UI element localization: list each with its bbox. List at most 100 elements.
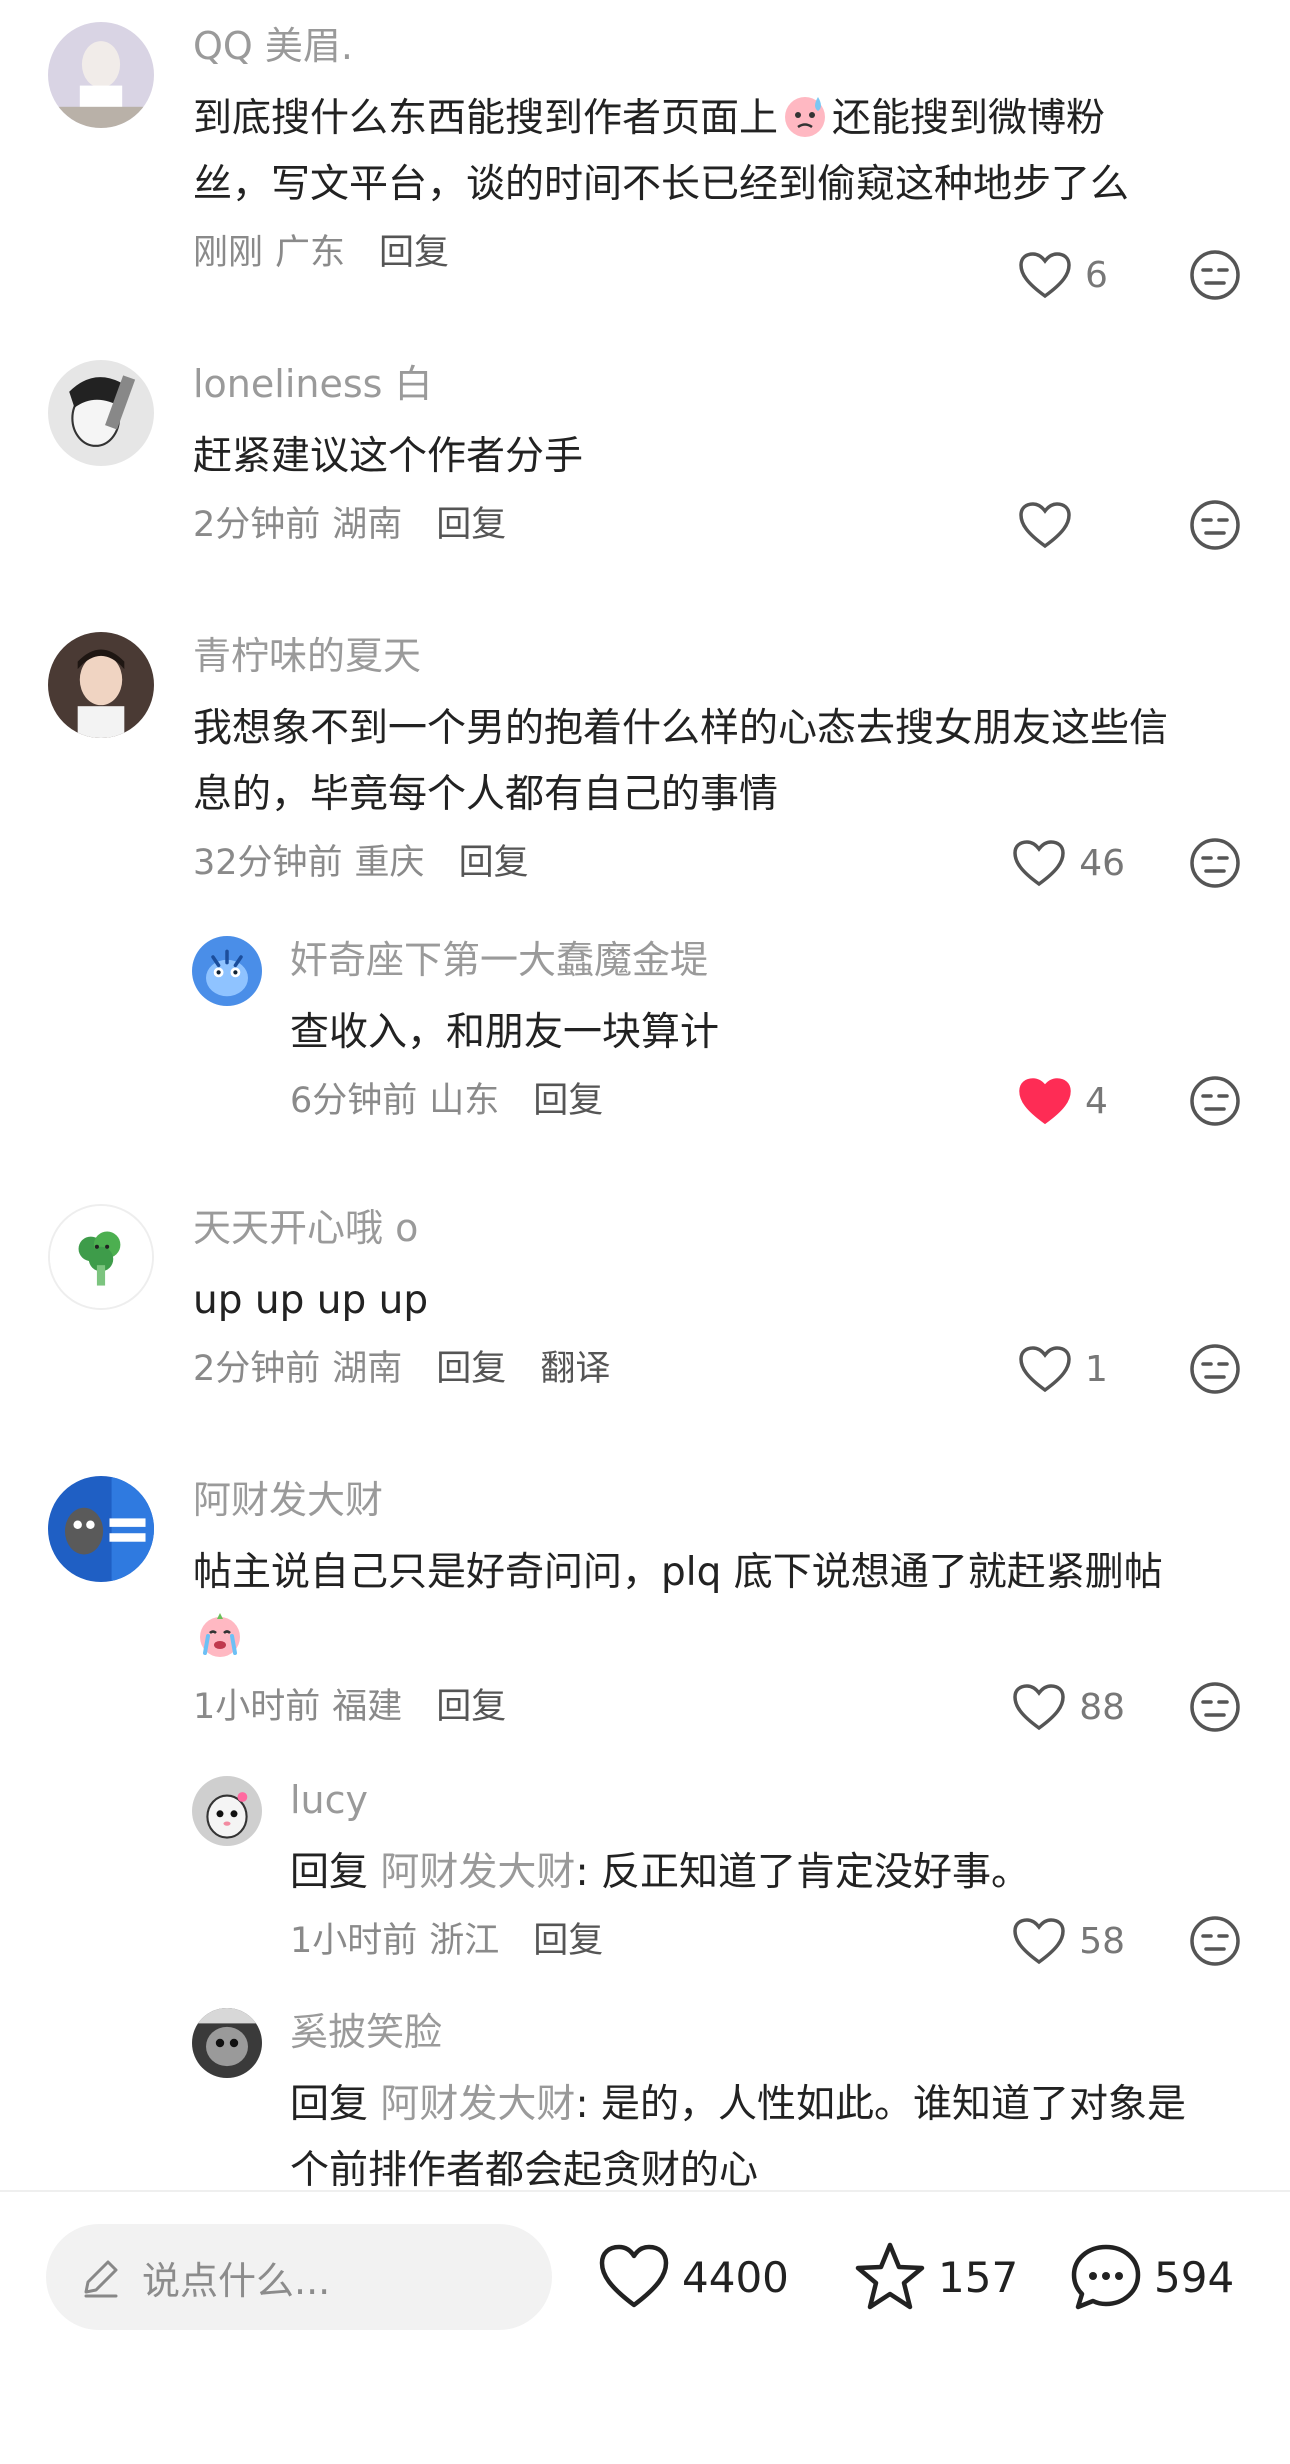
avatar[interactable]	[48, 22, 154, 128]
comment-username[interactable]: 奚披笑脸	[290, 2008, 1230, 2056]
comment-input[interactable]: 说点什么...	[46, 2224, 552, 2330]
dislike-button[interactable]	[1188, 1914, 1242, 1968]
reply-button[interactable]: 回复	[533, 1081, 603, 1121]
reply-button[interactable]: 回复	[459, 843, 529, 883]
comment-meta: 32分钟前 重庆 回复	[193, 840, 541, 886]
dislike-button[interactable]	[1188, 248, 1242, 302]
comment-meta: 2分钟前 湖南 回复	[193, 502, 518, 548]
comment-text-part: 息的，毕竟每个人都有自己的事情	[193, 772, 779, 817]
crying-face-emoji-icon	[200, 1613, 240, 1657]
comment-location: 重庆	[354, 843, 425, 883]
avatar[interactable]	[48, 1476, 154, 1582]
comment-username[interactable]: lucy	[290, 1776, 1230, 1824]
reply-button[interactable]: 回复	[436, 505, 506, 545]
comment-username[interactable]: loneliness 白	[193, 360, 1230, 408]
like-button[interactable]: 88	[1011, 1684, 1125, 1731]
like-button[interactable]: 4	[1017, 1078, 1125, 1125]
comment-text-part: 到底搜什么东西能搜到作者页面上	[193, 96, 779, 141]
like-button[interactable]: 1	[1017, 1346, 1125, 1393]
star-outline-icon	[855, 2242, 925, 2310]
comment-meta: 2分钟前 湖南 回复 翻译	[193, 1346, 622, 1392]
comment-username[interactable]: 天天开心哦 o	[193, 1204, 1230, 1252]
comment-text: 我想象不到一个男的抱着什么样的心态去搜女朋友这些信 息的，毕竟每个人都有自己的事…	[193, 696, 1230, 828]
comment-location: 湖南	[332, 1349, 403, 1389]
pencil-icon	[84, 2260, 118, 2298]
avatar[interactable]	[192, 1776, 262, 1846]
mention-link[interactable]: 阿财发大财	[380, 1850, 575, 1895]
like-count: 4	[1085, 1080, 1108, 1122]
comment-location: 福建	[332, 1687, 403, 1727]
avatar[interactable]	[48, 632, 154, 738]
reply-button[interactable]: 回复	[533, 1921, 603, 1961]
like-count: 88	[1079, 1686, 1125, 1728]
comment-text-part: 丝，写文平台，谈的时间不长已经到偷窥这种地步了么	[193, 162, 1130, 207]
comment-meta: 6分钟前 山东 回复	[290, 1078, 615, 1124]
bottom-action-bar: 说点什么... 4400 157 594	[0, 2190, 1290, 2464]
meh-face-icon	[1190, 838, 1240, 888]
sweating-face-emoji-icon	[785, 97, 826, 137]
comment-location: 广东	[275, 233, 346, 273]
comment-location: 山东	[429, 1081, 500, 1121]
heart-outline-icon	[1013, 840, 1065, 887]
dislike-button[interactable]	[1188, 1342, 1242, 1396]
post-favorite-count: 157	[938, 2252, 1019, 2302]
comment-location: 湖南	[332, 505, 403, 545]
like-count: 1	[1085, 1348, 1108, 1390]
meh-face-icon	[1190, 250, 1240, 300]
like-button[interactable]: 6	[1017, 252, 1125, 299]
avatar[interactable]	[48, 1204, 154, 1310]
comment-text-part: : 反正知道了肯定没好事。	[575, 1850, 1030, 1895]
comment-username[interactable]: 青柠味的夏天	[193, 632, 1230, 680]
comment-feed[interactable]: QQ 美眉. 到底搜什么东西能搜到作者页面上 还能搜到微博粉 丝，写文平台，谈的时…	[0, 0, 1290, 2190]
like-button[interactable]: 46	[1011, 840, 1125, 887]
avatar[interactable]	[192, 936, 262, 1006]
comment-text: up up up up	[193, 1278, 429, 1323]
like-count: 6	[1085, 254, 1108, 296]
comment-username[interactable]: QQ 美眉.	[193, 22, 1230, 70]
comment-username[interactable]: 阿财发大财	[193, 1476, 1230, 1524]
like-count: 46	[1079, 842, 1125, 884]
heart-outline-icon	[1019, 1346, 1071, 1393]
reply-button[interactable]: 回复	[379, 233, 449, 273]
dislike-button[interactable]	[1188, 1680, 1242, 1734]
meh-face-icon	[1190, 500, 1240, 550]
comment-location: 浙江	[429, 1921, 500, 1961]
reply-button[interactable]: 回复	[436, 1687, 506, 1727]
heart-outline-icon	[1013, 1918, 1065, 1965]
comment-text-part: : 是的，人性如此。谁知道了对象是	[575, 2082, 1186, 2127]
like-button[interactable]	[1017, 502, 1125, 549]
comment-text-part: 帖主说自己只是好奇问问，plq 底下说想通了就赶紧删帖	[193, 1550, 1163, 1595]
heart-outline-icon	[599, 2244, 669, 2308]
dislike-button[interactable]	[1188, 498, 1242, 552]
comment-bubble-icon	[1071, 2244, 1141, 2310]
comment-text-part: 个前排作者都会起贪财的心	[290, 2148, 759, 2190]
avatar[interactable]	[48, 360, 154, 466]
meh-face-icon	[1190, 1344, 1240, 1394]
comment-text: 赶紧建议这个作者分手	[193, 434, 584, 479]
reply-prefix: 回复	[290, 2082, 369, 2127]
dislike-button[interactable]	[1188, 1074, 1242, 1128]
post-favorite-button[interactable]: 157	[852, 2224, 1018, 2330]
translate-button[interactable]: 翻译	[540, 1349, 610, 1389]
dislike-button[interactable]	[1188, 836, 1242, 890]
meh-face-icon	[1190, 1916, 1240, 1966]
avatar[interactable]	[192, 2008, 262, 2078]
heart-filled-icon	[1019, 1078, 1071, 1125]
comment-time: 1小时前	[193, 1687, 321, 1727]
comment-text-part: 还能搜到微博粉	[832, 96, 1106, 141]
meh-face-icon	[1190, 1682, 1240, 1732]
post-comment-button[interactable]: 594	[1068, 2224, 1234, 2330]
comment-meta: 刚刚 广东 回复	[193, 230, 461, 276]
comment-time: 6分钟前	[290, 1081, 418, 1121]
meh-face-icon	[1190, 1076, 1240, 1126]
like-button[interactable]: 58	[1011, 1918, 1125, 1965]
heart-outline-icon	[1019, 502, 1071, 549]
comment-text-part: 我想象不到一个男的抱着什么样的心态去搜女朋友这些信	[193, 706, 1169, 751]
post-like-button[interactable]: 4400	[596, 2224, 789, 2330]
reply-button[interactable]: 回复	[436, 1349, 506, 1389]
comment-time: 2分钟前	[193, 1349, 321, 1389]
mention-link[interactable]: 阿财发大财	[380, 2082, 575, 2127]
comment-meta: 1小时前 福建 回复	[193, 1684, 518, 1730]
post-comment-count: 594	[1154, 2252, 1235, 2302]
comment-username[interactable]: 奸奇座下第一大蠢魔金堤	[290, 936, 1230, 984]
